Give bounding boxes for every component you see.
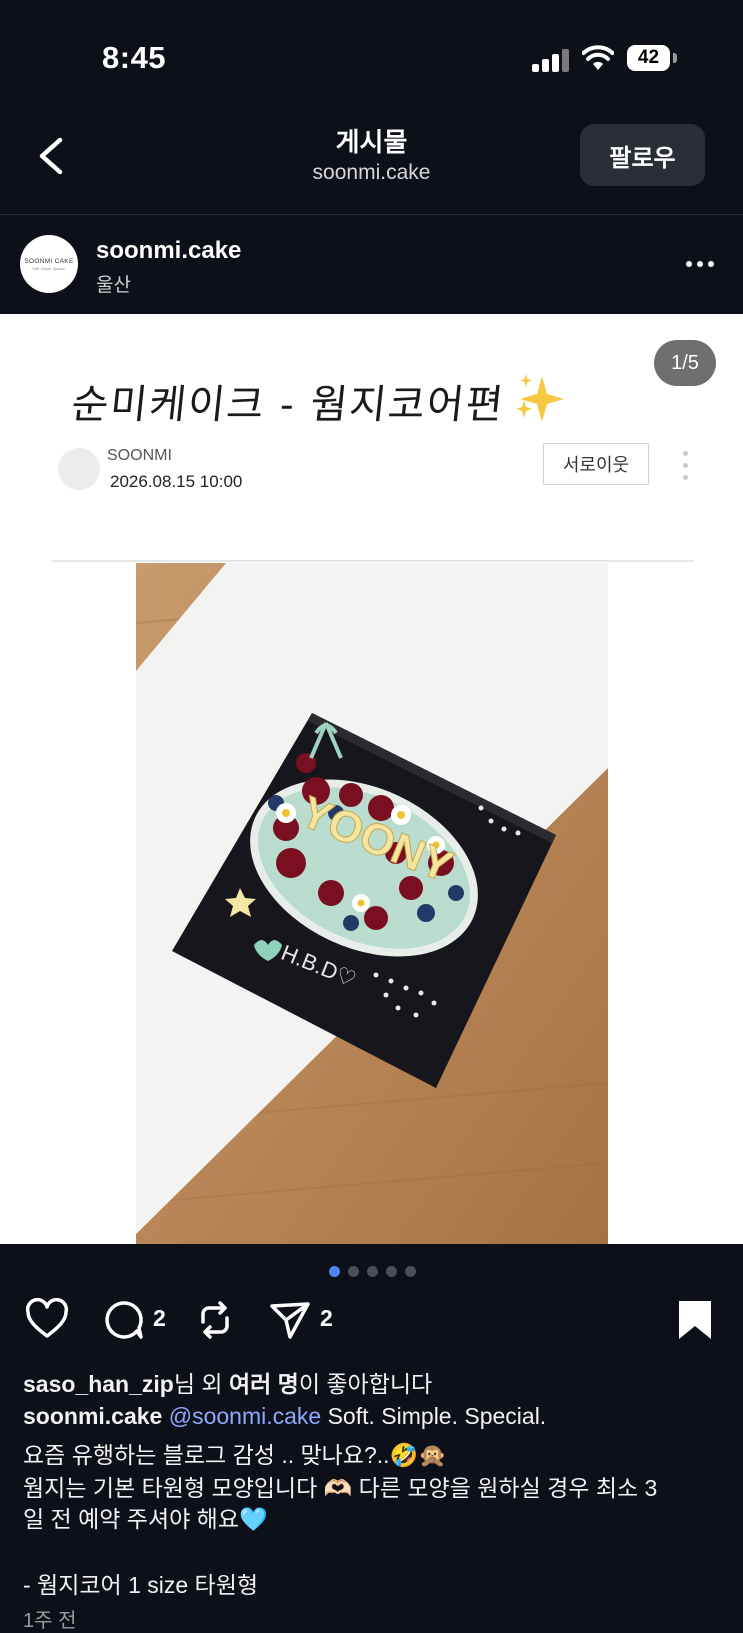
likes-text-end: 이 좋아합니다 — [298, 1371, 433, 1397]
likes-text: 님 외 — [173, 1371, 229, 1397]
wifi-icon — [582, 45, 614, 70]
image-counter: 1/5 — [654, 340, 716, 386]
caption-mention[interactable]: @soonmi.cake — [169, 1403, 321, 1429]
blog-title: 순미케이크 - 웜지코어편 — [69, 382, 507, 428]
comment-count: 2 — [153, 1305, 166, 1331]
battery-icon: 42 — [627, 45, 677, 71]
carousel-dot — [348, 1266, 359, 1277]
post-timestamp: 1주 전 — [23, 1610, 77, 1632]
caption-username[interactable]: soonmi.cake — [23, 1403, 162, 1429]
save-button[interactable] — [675, 1298, 715, 1342]
profile-location[interactable]: 울산 — [96, 270, 131, 297]
caption-line-1: soonmi.cake @soonmi.cake Soft. Simple. S… — [23, 1403, 546, 1430]
more-options-icon[interactable] — [686, 261, 716, 269]
battery-level: 42 — [627, 45, 670, 71]
caption-line-3: 웜지는 기본 타원형 모양입니다 🫶🏻 다른 모양을 원하실 경우 최소 3 — [23, 1475, 658, 1501]
comment-icon — [105, 1301, 143, 1339]
repost-button[interactable] — [193, 1298, 237, 1342]
caption-line-5: - 웜지코어 1 size 타원형 — [23, 1572, 259, 1598]
bookmark-icon — [679, 1301, 711, 1339]
blog-author-avatar — [58, 448, 100, 490]
share-button[interactable] — [268, 1298, 312, 1342]
carousel-dot-active — [329, 1266, 340, 1277]
carousel-dot — [405, 1266, 416, 1277]
blog-date: 2026.08.15 10:00 — [110, 472, 243, 491]
caption-text: Soft. Simple. Special. — [321, 1403, 547, 1429]
caption-line-2: 요즘 유행하는 블로그 감성 .. 맞나요?..🤣🙊 — [23, 1442, 447, 1468]
like-button[interactable] — [25, 1297, 69, 1342]
carousel-dots — [329, 1266, 419, 1278]
cellular-signal-icon — [532, 48, 569, 72]
likes-others[interactable]: 여러 명 — [229, 1371, 299, 1397]
repost-icon — [201, 1301, 229, 1339]
share-count: 2 — [320, 1305, 333, 1331]
caption-line-4: 일 전 예약 주셔야 해요🩵 — [23, 1506, 268, 1532]
likes-line: saso_han_zip님 외 여러 명이 좋아합니다 — [23, 1365, 432, 1399]
carousel-dot — [386, 1266, 397, 1277]
blog-author: SOONMI — [107, 447, 172, 464]
comment-button[interactable] — [101, 1298, 145, 1342]
avatar[interactable]: SOONMI CAKE Soft. Simple. Special. — [20, 235, 78, 293]
neighbor-button: 서로이웃 — [543, 443, 649, 485]
blog-more-icon — [683, 451, 689, 481]
avatar-subtext: Soft. Simple. Special. — [32, 266, 66, 271]
sparkles-icon — [516, 374, 564, 422]
heart-icon — [25, 1297, 69, 1338]
carousel-dot — [367, 1266, 378, 1277]
avatar-text: SOONMI CAKE — [24, 257, 74, 265]
status-time: 8:45 — [102, 40, 167, 75]
blog-divider — [52, 560, 694, 562]
header-divider — [0, 214, 743, 215]
profile-username[interactable]: soonmi.cake — [96, 237, 241, 265]
liker-username[interactable]: saso_han_zip — [23, 1371, 174, 1397]
cake-photo: YOONY H.B.D♡ — [136, 563, 608, 1244]
send-icon — [270, 1302, 310, 1339]
follow-button[interactable]: 팔로우 — [580, 124, 705, 186]
